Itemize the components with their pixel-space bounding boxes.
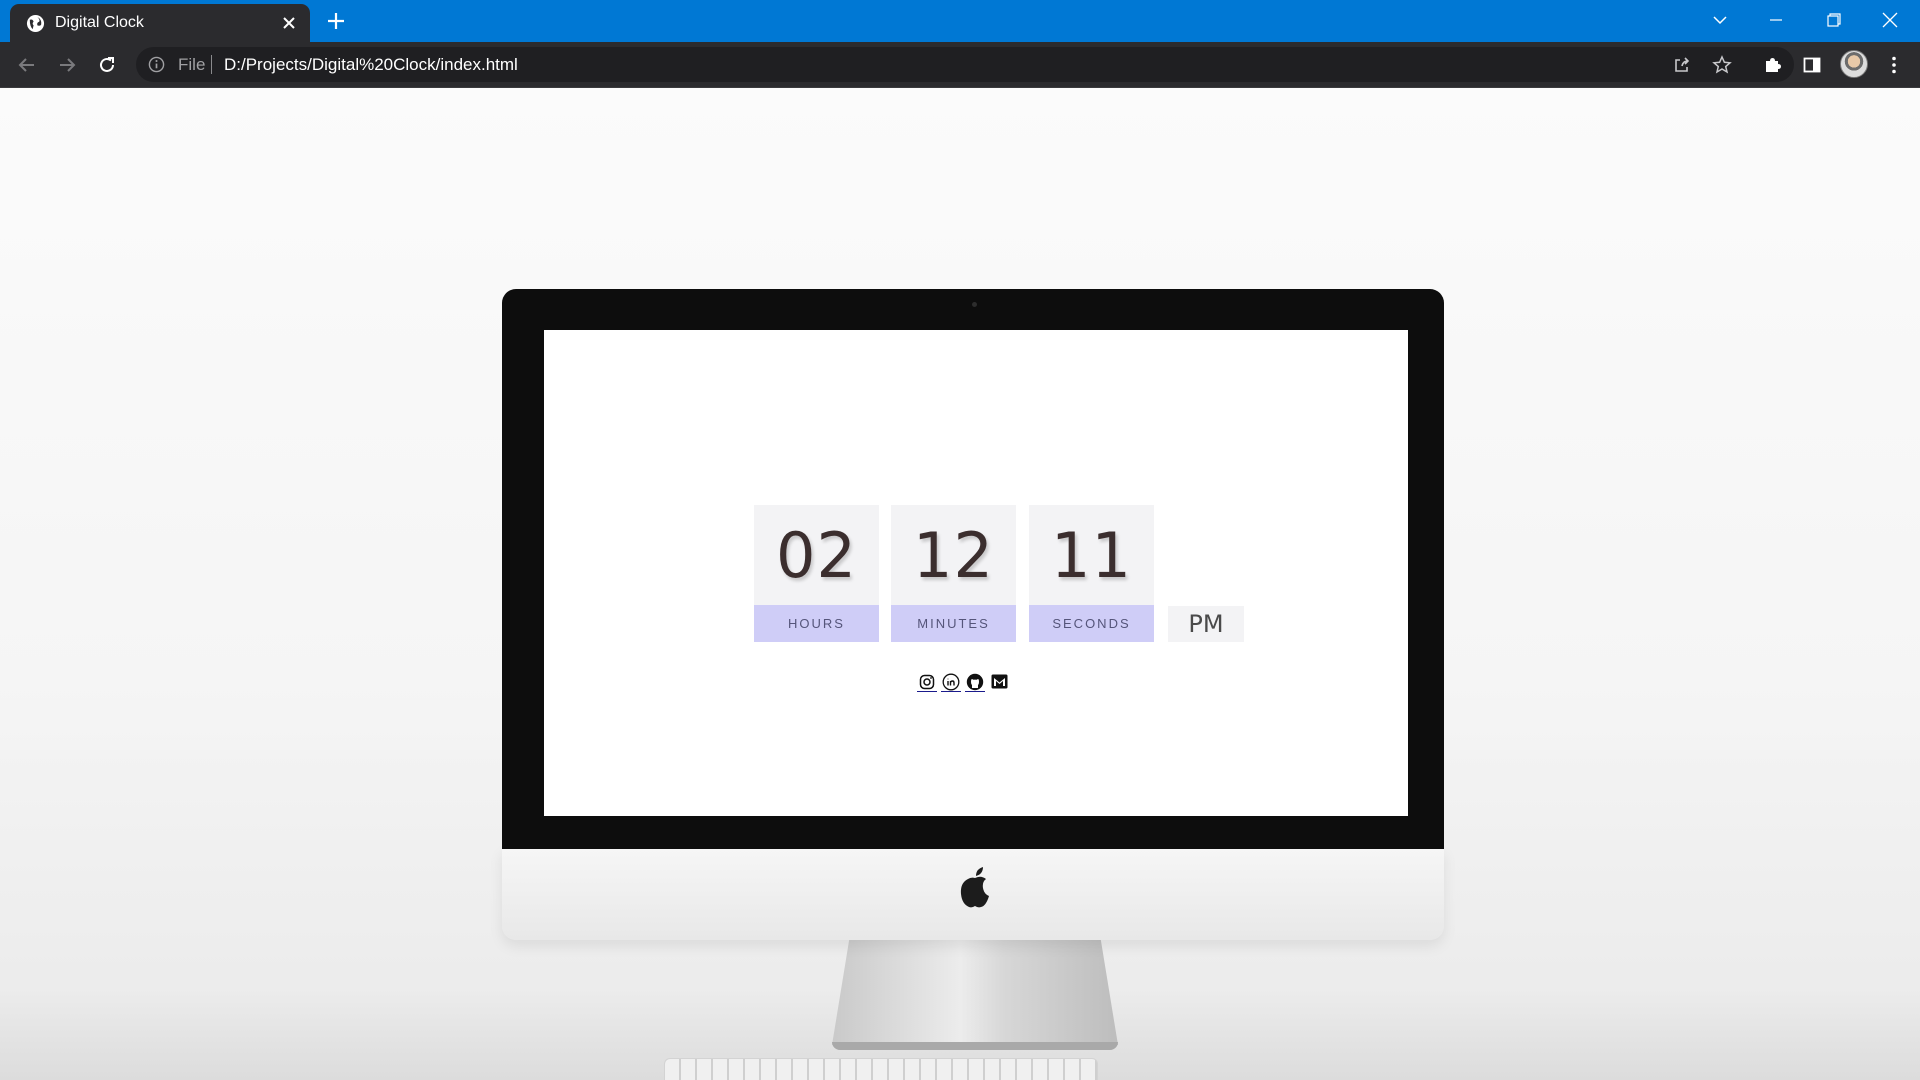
meridiem-badge: PM — [1168, 606, 1244, 642]
share-icon[interactable] — [1672, 55, 1692, 75]
close-icon[interactable] — [282, 16, 296, 30]
clock-minutes: 12 MINUTES — [891, 505, 1016, 642]
kebab-menu-icon — [1892, 56, 1896, 74]
clock-seconds: 11 SECONDS — [1029, 505, 1154, 642]
gmail-link[interactable] — [989, 672, 1009, 692]
close-icon — [1882, 12, 1898, 28]
url-separator — [211, 55, 212, 74]
back-button[interactable] — [15, 53, 39, 77]
tab-title: Digital Clock — [55, 14, 144, 31]
github-link[interactable] — [965, 672, 985, 692]
clock-hours: 02 HOURS — [754, 505, 879, 642]
forward-button[interactable] — [55, 53, 79, 77]
camera-dot — [972, 302, 977, 307]
extensions-button[interactable] — [1761, 53, 1785, 77]
linkedin-icon — [942, 673, 960, 690]
tab-digital-clock[interactable]: Digital Clock — [10, 4, 310, 42]
reload-button[interactable] — [95, 53, 119, 77]
profile-avatar[interactable] — [1840, 50, 1868, 78]
side-panel-icon — [1803, 57, 1821, 73]
new-tab-plus-icon[interactable] — [325, 10, 347, 32]
close-window-button[interactable] — [1862, 0, 1918, 40]
social-links — [917, 672, 1009, 696]
url-text[interactable]: D:/Projects/Digital%20Clock/index.html — [224, 55, 518, 75]
apple-logo-icon — [960, 867, 989, 908]
back-arrow-icon — [18, 58, 34, 72]
instagram-icon — [919, 674, 935, 689]
puzzle-icon — [1766, 58, 1781, 72]
instagram-link[interactable] — [917, 672, 937, 692]
keyboard — [664, 1058, 1098, 1080]
side-panel-button[interactable] — [1800, 53, 1824, 77]
gmail-icon — [991, 674, 1007, 688]
imac-stand — [832, 940, 1118, 1045]
hours-value: 02 — [754, 505, 879, 605]
address-bar[interactable]: File D:/Projects/Digital%20Clock/index.h… — [136, 47, 1794, 82]
reload-icon — [100, 57, 114, 72]
info-icon[interactable] — [148, 56, 165, 73]
menu-button[interactable] — [1882, 53, 1906, 77]
restore-button[interactable] — [1806, 0, 1862, 40]
linkedin-link[interactable] — [941, 672, 961, 692]
seconds-label: SECONDS — [1029, 605, 1154, 642]
minutes-label: MINUTES — [891, 605, 1016, 642]
tab-strip: Digital Clock — [0, 0, 1920, 42]
globe-icon — [26, 14, 45, 33]
minutes-value: 12 — [891, 505, 1016, 605]
minimize-icon — [1770, 19, 1782, 21]
url-scheme-label: File — [178, 55, 206, 74]
minimize-button[interactable] — [1748, 0, 1804, 40]
restore-icon — [1827, 13, 1841, 27]
browser-toolbar: File D:/Projects/Digital%20Clock/index.h… — [0, 42, 1920, 88]
page-background: 02 HOURS 12 MINUTES 11 SECONDS PM — [0, 88, 1920, 1080]
chevron-down-icon — [1713, 16, 1727, 25]
hours-label: HOURS — [754, 605, 879, 642]
tab-search-button[interactable] — [1692, 0, 1748, 40]
bookmark-star-icon[interactable] — [1712, 55, 1732, 75]
imac-screen: 02 HOURS 12 MINUTES 11 SECONDS PM — [544, 330, 1408, 816]
seconds-value: 11 — [1029, 505, 1154, 605]
github-icon — [966, 673, 984, 690]
forward-arrow-icon — [60, 58, 76, 72]
imac-stand-base — [832, 1042, 1118, 1050]
